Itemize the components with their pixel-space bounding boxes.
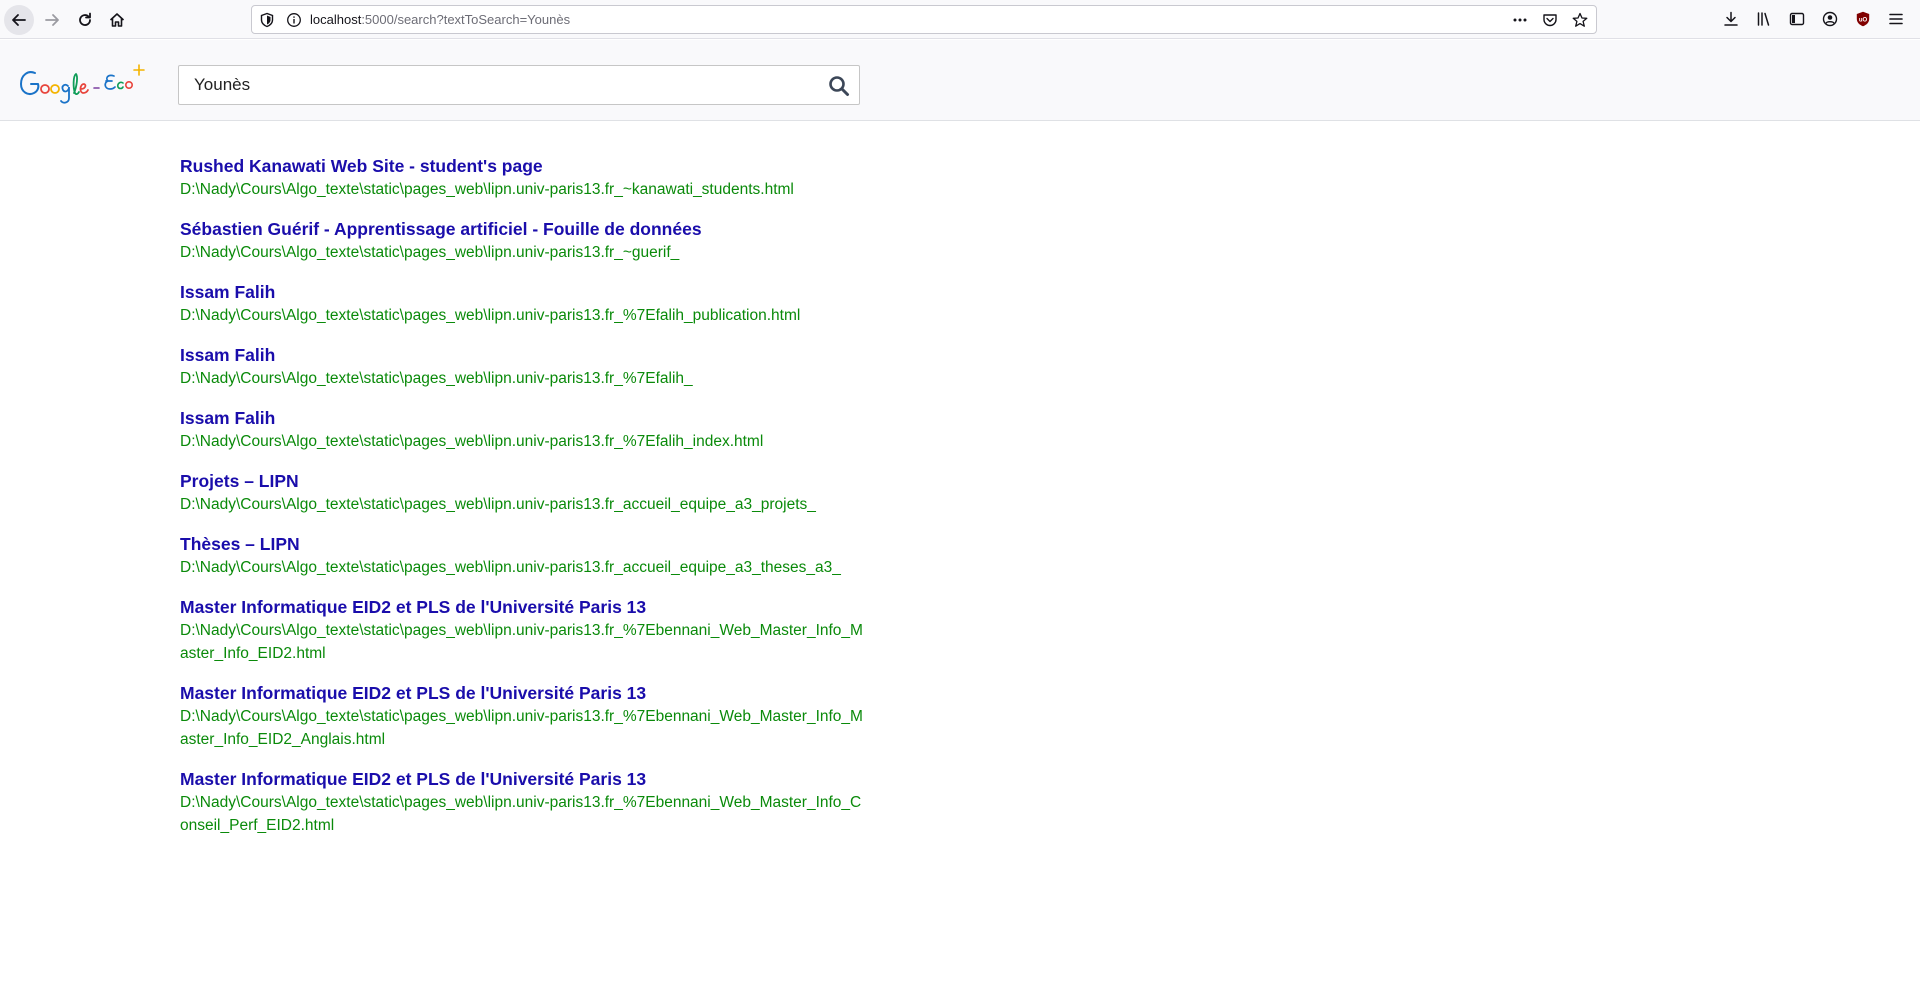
site-header [0, 40, 1920, 121]
result-url: D:\Nady\Cours\Algo_texte\static\pages_we… [180, 181, 794, 198]
result-url: D:\Nady\Cours\Algo_texte\static\pages_we… [180, 794, 862, 834]
result-url: D:\Nady\Cours\Algo_texte\static\pages_we… [180, 370, 693, 387]
result-title-link[interactable]: Thèses – LIPN [180, 532, 870, 556]
ublock-origin-icon[interactable]: uO [1853, 9, 1873, 29]
result-item: Issam Falih D:\Nady\Cours\Algo_texte\sta… [180, 406, 870, 453]
svg-text:uO: uO [1859, 18, 1868, 24]
url-path: :5000/search?textToSearch=Younès [361, 12, 571, 27]
result-title-link[interactable]: Sébastien Guérif - Apprentissage artific… [180, 217, 870, 241]
tracking-shield-icon[interactable] [259, 12, 275, 33]
back-button[interactable] [4, 5, 34, 35]
result-item: Master Informatique EID2 et PLS de l'Uni… [180, 681, 870, 751]
pocket-icon[interactable] [1540, 10, 1560, 30]
arrow-right-icon [45, 14, 59, 26]
menu-icon[interactable] [1886, 9, 1906, 29]
search-input[interactable] [180, 67, 810, 103]
bookmark-star-icon[interactable] [1570, 10, 1590, 30]
home-icon [109, 13, 125, 27]
reload-icon [79, 12, 91, 26]
downloads-icon[interactable] [1721, 9, 1741, 29]
result-item: Master Informatique EID2 et PLS de l'Uni… [180, 595, 870, 665]
search-box [178, 65, 860, 105]
result-title-link[interactable]: Projets – LIPN [180, 469, 870, 493]
account-icon[interactable] [1820, 9, 1840, 29]
result-url: D:\Nady\Cours\Algo_texte\static\pages_we… [180, 244, 680, 261]
result-title-link[interactable]: Rushed Kanawati Web Site - student's pag… [180, 154, 870, 178]
result-title-link[interactable]: Master Informatique EID2 et PLS de l'Uni… [180, 595, 870, 619]
url-host: localhost [310, 12, 362, 27]
result-title-link[interactable]: Issam Falih [180, 406, 870, 430]
search-button[interactable] [827, 74, 851, 98]
result-title-link[interactable]: Master Informatique EID2 et PLS de l'Uni… [180, 767, 870, 791]
page-actions-icon[interactable] [1510, 10, 1530, 30]
browser-toolbar: localhost:5000/search?textToSearch=Younè… [0, 0, 1920, 39]
result-item: Issam Falih D:\Nady\Cours\Algo_texte\sta… [180, 280, 870, 327]
reload-button[interactable] [70, 5, 100, 35]
result-item: Master Informatique EID2 et PLS de l'Uni… [180, 767, 870, 837]
result-title-link[interactable]: Master Informatique EID2 et PLS de l'Uni… [180, 681, 870, 705]
url-actions [1510, 10, 1590, 30]
url-text[interactable]: localhost:5000/search?textToSearch=Younè… [310, 12, 570, 28]
address-bar[interactable]: localhost:5000/search?textToSearch=Younè… [251, 5, 1597, 34]
result-item: Sébastien Guérif - Apprentissage artific… [180, 217, 870, 264]
result-url: D:\Nady\Cours\Algo_texte\static\pages_we… [180, 622, 863, 662]
toolbar-icons: uO [1721, 9, 1906, 29]
result-title-link[interactable]: Issam Falih [180, 343, 870, 367]
result-item: Projets – LIPN D:\Nady\Cours\Algo_texte\… [180, 469, 870, 516]
home-button[interactable] [102, 5, 132, 35]
result-url: D:\Nady\Cours\Algo_texte\static\pages_we… [180, 496, 816, 513]
google-eco-logo[interactable] [18, 62, 148, 106]
result-item: Rushed Kanawati Web Site - student's pag… [180, 154, 870, 201]
forward-button[interactable] [37, 5, 67, 35]
result-url: D:\Nady\Cours\Algo_texte\static\pages_we… [180, 708, 863, 748]
arrow-left-icon [12, 14, 26, 26]
result-url: D:\Nady\Cours\Algo_texte\static\pages_we… [180, 433, 764, 450]
result-url: D:\Nady\Cours\Algo_texte\static\pages_we… [180, 307, 801, 324]
search-icon [829, 76, 849, 96]
sidebar-icon[interactable] [1787, 9, 1807, 29]
result-title-link[interactable]: Issam Falih [180, 280, 870, 304]
result-item: Issam Falih D:\Nady\Cours\Algo_texte\sta… [180, 343, 870, 390]
search-results: Rushed Kanawati Web Site - student's pag… [180, 154, 870, 853]
library-icon[interactable] [1754, 9, 1774, 29]
result-url: D:\Nady\Cours\Algo_texte\static\pages_we… [180, 559, 841, 576]
result-item: Thèses – LIPN D:\Nady\Cours\Algo_texte\s… [180, 532, 870, 579]
site-info-icon[interactable] [286, 12, 302, 33]
